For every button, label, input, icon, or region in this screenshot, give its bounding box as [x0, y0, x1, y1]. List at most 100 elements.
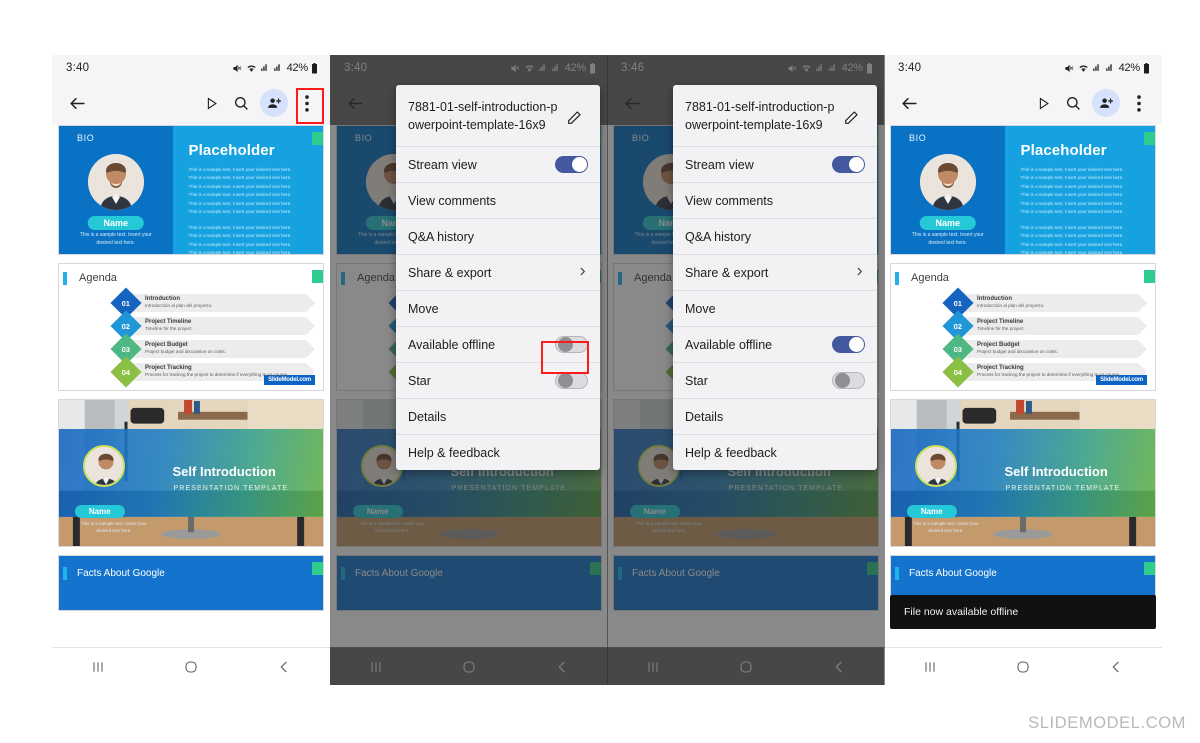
home-icon[interactable] [1015, 659, 1031, 675]
bio-body-line: This is a sample text. Insert your desir… [1020, 192, 1124, 198]
agenda-number: 02 [121, 321, 131, 331]
available-offline-toggle[interactable] [832, 336, 865, 354]
back-icon[interactable] [276, 659, 292, 675]
overflow-menu-icon[interactable] [292, 88, 322, 118]
stream-view-toggle[interactable] [832, 156, 865, 174]
home-icon[interactable] [183, 659, 199, 675]
overflow-menu-icon[interactable] [1124, 88, 1154, 118]
agenda-accent-bar [895, 272, 899, 285]
recents-icon[interactable] [922, 659, 938, 675]
menu-item-stream-view[interactable]: Stream view [396, 146, 600, 182]
add-person-icon[interactable] [1092, 89, 1120, 117]
slide-badge [312, 270, 323, 283]
avatar [919, 154, 976, 210]
slide-thumbnail-cover[interactable]: Name This is a sample text. Insert your … [58, 399, 324, 547]
overflow-menu[interactable]: 7881-01-self-introduction-powerpoint-tem… [396, 85, 600, 471]
status-icons: 42% [232, 62, 318, 74]
agenda-heading: Project Timeline [145, 318, 192, 325]
slide-thumbnail-cover[interactable]: Name This is a sample text. Insert your … [890, 399, 1156, 547]
pencil-icon[interactable] [843, 98, 865, 131]
slide-thumbnail-bio[interactable]: BIO Name This is a sample text. Insert y… [58, 125, 324, 255]
slide-thumbnail-facts[interactable]: Facts About Google [58, 555, 324, 611]
agenda-desc: Project budget and discussion on costs. [977, 348, 1058, 354]
bio-label: BIO [77, 133, 95, 143]
menu-item-details[interactable]: Details [673, 398, 877, 434]
menu-item-star[interactable]: Star [396, 362, 600, 398]
cover-note: This is a sample text. Insert your desir… [912, 521, 979, 534]
bio-body-line: This is a sample text. Insert your desir… [1020, 200, 1124, 206]
bio-note: This is a sample text. Insert your desir… [79, 232, 152, 246]
present-icon[interactable] [196, 88, 226, 118]
menu-item-help-feedback[interactable]: Help & feedback [673, 434, 877, 470]
menu-item-label: Q&A history [408, 229, 474, 244]
menu-item-share-export[interactable]: Share & export [396, 254, 600, 290]
menu-item-label: Available offline [408, 337, 496, 352]
menu-item-share-export[interactable]: Share & export [673, 254, 877, 290]
bio-body-line: This is a sample text. Insert your desir… [1020, 224, 1124, 230]
agenda-title: Agenda [911, 272, 949, 284]
back-arrow-icon[interactable] [62, 88, 92, 118]
bio-body-line: This is a sample text. Insert your desir… [188, 209, 292, 215]
placeholder-title: Placeholder [188, 142, 275, 159]
document-title: 7881-01-self-introduction-powerpoint-tem… [685, 100, 835, 133]
name-pill: Name [74, 505, 125, 519]
menu-item-help-feedback[interactable]: Help & feedback [396, 434, 600, 470]
bio-body-line: This is a sample text. Insert your desir… [188, 200, 292, 206]
star-toggle[interactable] [832, 372, 865, 390]
menu-item-label: Help & feedback [685, 445, 777, 460]
menu-item-available-offline[interactable]: Available offline [673, 326, 877, 362]
slide-thumbnail-agenda[interactable]: Agenda 01 Introduction Introducción al p… [890, 263, 1156, 391]
slide-badge [312, 132, 323, 145]
menu-item-stream-view[interactable]: Stream view [673, 146, 877, 182]
menu-item-label: Move [408, 301, 439, 316]
pencil-icon[interactable] [566, 98, 588, 131]
agenda-heading: Project Budget [145, 341, 188, 348]
slide-list[interactable]: BIO Name This is a sample text. Insert y… [52, 125, 330, 611]
star-toggle[interactable] [555, 372, 588, 390]
available-offline-toggle[interactable] [555, 336, 588, 354]
bio-body-line: This is a sample text. Insert your desir… [188, 175, 292, 181]
battery-level: 42% [1118, 62, 1141, 74]
menu-item-qa-history[interactable]: Q&A history [673, 218, 877, 254]
status-bar: 3:40 42% [52, 55, 330, 81]
slide-badge [312, 562, 323, 575]
slide-thumbnail-agenda[interactable]: Agenda 01 Introduction Introducción al p… [58, 263, 324, 391]
search-icon[interactable] [1058, 88, 1088, 118]
menu-item-label: Q&A history [685, 229, 751, 244]
recents-icon[interactable] [90, 659, 106, 675]
bio-body-line: This is a sample text. Insert your desir… [188, 167, 292, 172]
agenda-number: 03 [121, 344, 131, 354]
bio-body-line: This is a sample text. Insert your desir… [188, 192, 292, 198]
menu-item-available-offline[interactable]: Available offline [396, 326, 600, 362]
menu-item-move[interactable]: Move [396, 290, 600, 326]
menu-item-star[interactable]: Star [673, 362, 877, 398]
name-pill: Name [87, 216, 145, 230]
menu-item-details[interactable]: Details [396, 398, 600, 434]
signal-icon [273, 64, 280, 71]
bio-body-block-1: This is a sample text. Insert your desir… [1020, 166, 1143, 254]
phone-panel-3: 3:46 42% [607, 55, 885, 685]
bio-body-line: This is a sample text. Insert your desir… [1020, 241, 1124, 247]
bio-label: BIO [909, 133, 927, 143]
status-bar: 3:40 42% [884, 55, 1162, 81]
menu-item-move[interactable]: Move [673, 290, 877, 326]
slide-thumbnail-bio[interactable]: BIO Name This is a sample text. Insert y… [890, 125, 1156, 255]
menu-item-view-comments[interactable]: View comments [673, 182, 877, 218]
present-icon[interactable] [1028, 88, 1058, 118]
bio-body-line: This is a sample text. Insert your desir… [1020, 183, 1124, 189]
slide-badge [1144, 562, 1155, 575]
menu-item-label: View comments [685, 193, 773, 208]
slide-list[interactable]: BIO Name This is a sample text. Insert y… [884, 125, 1162, 611]
offline-toast: File now available offline [890, 595, 1156, 629]
search-icon[interactable] [226, 88, 256, 118]
menu-item-view-comments[interactable]: View comments [396, 182, 600, 218]
add-person-icon[interactable] [260, 89, 288, 117]
overflow-menu[interactable]: 7881-01-self-introduction-powerpoint-tem… [673, 85, 877, 471]
menu-item-label: Move [685, 301, 716, 316]
back-arrow-icon[interactable] [894, 88, 924, 118]
menu-item-qa-history[interactable]: Q&A history [396, 218, 600, 254]
back-icon[interactable] [1108, 659, 1124, 675]
phone-panel-4: 3:40 42% BIO Name This is a sample text.… [884, 55, 1162, 685]
stream-view-toggle[interactable] [555, 156, 588, 174]
bio-body-line: This is a sample text. Insert your desir… [188, 233, 292, 239]
